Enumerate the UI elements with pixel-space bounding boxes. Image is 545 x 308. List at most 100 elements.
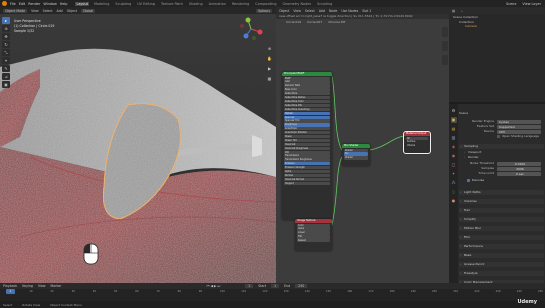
node-field[interactable]: Specular Tint — [284, 119, 330, 123]
cursor-tool-icon[interactable]: ⊕ — [2, 25, 10, 32]
viewport-view-menu[interactable]: View — [31, 9, 39, 13]
node-field[interactable]: Shader — [344, 148, 368, 152]
light-paths-panel[interactable]: Light Paths — [459, 190, 544, 195]
transform-tool-icon[interactable]: ⌖ — [2, 57, 10, 64]
render-engine-select[interactable]: Cycles — [497, 119, 541, 124]
tab-scripting[interactable]: Scripting — [316, 2, 333, 6]
tab-layout[interactable]: Layout — [75, 1, 89, 6]
node-field[interactable]: Transmission Roughness — [284, 158, 330, 162]
node-field[interactable]: Subsurface Color — [284, 99, 330, 104]
particles-tab-icon[interactable]: ⁂ — [451, 180, 457, 186]
hair-panel[interactable]: Hair — [459, 208, 544, 213]
node-field[interactable]: Roughness — [284, 123, 330, 127]
end-frame-field[interactable]: 250 — [295, 284, 308, 288]
osl-checkbox[interactable] — [497, 135, 500, 138]
tab-shading[interactable]: Shading — [188, 2, 204, 6]
node-field[interactable]: Linear — [297, 231, 330, 235]
volumes-panel[interactable]: Volumes — [459, 199, 544, 204]
viewport-object-menu[interactable]: Object — [67, 9, 77, 13]
scene-tab-icon[interactable]: ◈ — [451, 144, 457, 150]
keying-menu[interactable]: Keying — [22, 284, 33, 288]
node-field[interactable]: Subsurface Anisotropy — [284, 107, 330, 112]
tab-sculpting[interactable]: Sculpting — [114, 2, 132, 6]
node-field[interactable]: Sheen — [284, 134, 330, 139]
playhead[interactable]: 1 — [6, 289, 15, 294]
tab-texture-paint[interactable]: Texture Paint — [160, 2, 184, 6]
world-tab-icon[interactable]: ◉ — [451, 153, 457, 159]
film-panel[interactable]: Film — [459, 235, 544, 240]
current-frame-field[interactable]: 1 — [245, 284, 254, 288]
node-field[interactable]: Color — [297, 223, 330, 227]
tab-animation[interactable]: Animation — [208, 2, 227, 6]
node-field[interactable]: Subsurface — [284, 92, 330, 96]
outliner-row-camera[interactable]: Camera — [449, 24, 545, 29]
viewport-options[interactable]: Options — [255, 8, 272, 13]
zoom-icon[interactable]: ⊕ — [266, 45, 273, 52]
menu-file[interactable]: File — [10, 2, 16, 6]
node-field[interactable]: Emission Strength — [284, 166, 330, 170]
node-field[interactable]: Subsurface Radius — [284, 96, 330, 100]
feature-set-select[interactable]: Supported — [497, 124, 541, 129]
menu-render[interactable]: Render — [28, 2, 40, 6]
view-layer-selector[interactable]: View Layer — [522, 2, 541, 6]
material-tab-icon[interactable]: ● — [451, 198, 457, 204]
output-tab-icon[interactable]: ▤ — [451, 126, 457, 132]
denoise-checkbox[interactable] — [467, 179, 470, 182]
move-tool-icon[interactable]: ✥ — [2, 33, 10, 40]
tab-uv-editing[interactable]: UV Editing — [136, 2, 156, 6]
outliner-filter-icon[interactable]: ▤ — [452, 9, 455, 13]
annotate-tool-icon[interactable]: ✎ — [2, 65, 10, 72]
transform-orientation[interactable]: Global — [81, 8, 96, 13]
start-frame-field[interactable]: 1 — [271, 284, 280, 288]
bake-panel[interactable]: Bake — [459, 253, 544, 258]
node-field[interactable]: Clearcoat Normal — [284, 177, 330, 182]
node-field[interactable]: Random Walk — [284, 84, 330, 88]
image-texture-node[interactable]: Image Texture Color Alpha Linear Flat Re… — [295, 219, 332, 251]
tool-tab-icon[interactable]: ⚙ — [451, 108, 457, 114]
material-output-node[interactable]: Material Output All Surface Volume — [403, 131, 431, 154]
play-controls-icon[interactable]: ⏮ ◀ ▶ ⏭ — [207, 284, 221, 288]
mode-selector[interactable]: Object Mode — [3, 8, 28, 13]
tab-compositing[interactable]: Compositing — [254, 2, 277, 6]
node-field[interactable]: All — [406, 136, 428, 140]
render-tab-icon[interactable]: ▣ — [450, 117, 457, 123]
node-field[interactable]: Alpha — [284, 169, 330, 174]
node-field[interactable]: BSDF — [284, 76, 330, 80]
shader-node-editor[interactable]: Object View Select Add Node Use Nodes Sl… — [276, 7, 449, 283]
node-field[interactable]: Clearcoat — [284, 142, 330, 147]
rotate-tool-icon[interactable]: ↻ — [2, 41, 10, 48]
node-field[interactable]: Flat — [297, 235, 330, 239]
menu-help[interactable]: Help — [60, 2, 68, 6]
mix-shader-node[interactable]: Mix Shader Shader Fac Shader — [342, 144, 370, 166]
select-tool-icon[interactable]: ▸ — [2, 17, 10, 24]
noise-threshold-field[interactable]: 0.0100 — [497, 161, 541, 166]
tab-geometry-nodes[interactable]: Geometry Nodes — [282, 2, 313, 6]
performance-panel[interactable]: Performance — [459, 244, 544, 249]
tab-rendering[interactable]: Rendering — [231, 2, 250, 6]
node-field[interactable]: Transmission — [284, 154, 330, 158]
node-field[interactable]: GGX — [284, 80, 330, 84]
sampling-viewport-subpanel[interactable]: Viewport — [463, 150, 544, 155]
scene-selector[interactable]: Scene — [506, 2, 516, 6]
node-field[interactable]: Subsurface IOR — [284, 103, 330, 108]
node-field[interactable]: Sheen Tint — [284, 138, 330, 143]
scale-tool-icon[interactable]: ⤡ — [2, 49, 10, 56]
perspective-grid-icon[interactable]: ▦ — [266, 75, 273, 82]
node-field[interactable]: Anisotropic Rotation — [284, 131, 330, 135]
measure-tool-icon[interactable]: ⊿ — [2, 73, 10, 80]
playback-menu[interactable]: Playback — [3, 284, 17, 288]
viewport-add-menu[interactable]: Add — [57, 9, 63, 13]
view-layer-tab-icon[interactable]: ▥ — [451, 135, 457, 141]
camera-view-icon[interactable]: ▶ — [266, 65, 273, 72]
3d-viewport[interactable]: Object Mode View Select Add Object Globa… — [0, 7, 276, 283]
max-samples-field[interactable]: 4096 — [497, 166, 541, 171]
node-field[interactable]: Clearcoat Roughness — [284, 146, 330, 150]
blender-logo-icon[interactable] — [2, 1, 7, 6]
sampling-render-subpanel[interactable]: Render — [463, 155, 544, 160]
timeline-ruler[interactable]: 0102030405060708090100110120130140150160… — [0, 289, 545, 296]
marker-menu[interactable]: Marker — [51, 284, 62, 288]
outliner-search-icon[interactable]: ⌕ — [461, 9, 463, 13]
node-field[interactable]: Specular — [284, 115, 330, 119]
physics-tab-icon[interactable]: ◌ — [451, 189, 457, 195]
navigation-gizmo-icon[interactable] — [238, 16, 264, 42]
